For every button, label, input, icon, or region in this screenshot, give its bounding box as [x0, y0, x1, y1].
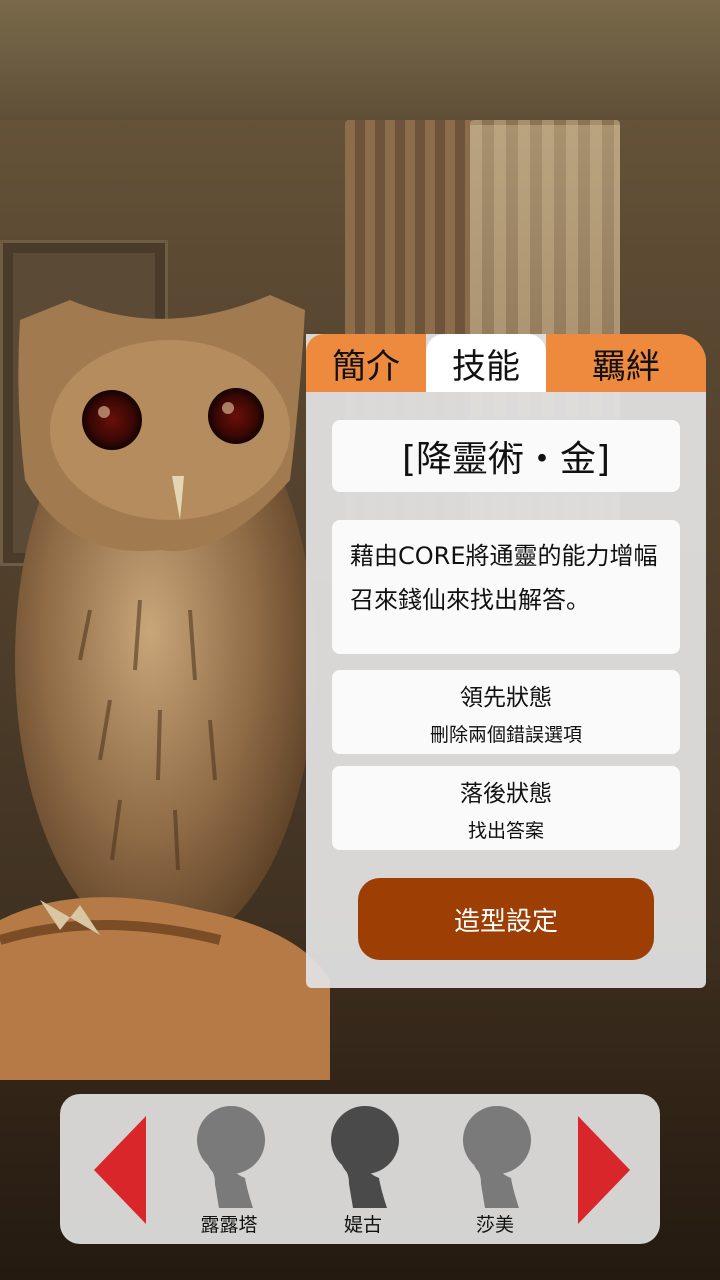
- previous-arrow-icon[interactable]: [94, 1116, 146, 1224]
- silhouette-icon: [463, 1106, 531, 1208]
- skill-description-card: 藉由CORE將通靈的能力增幅 召來錢仙來找出解答。: [332, 520, 680, 654]
- info-tabs: 簡介 技能 羈絆: [306, 334, 706, 394]
- tab-intro[interactable]: 簡介: [306, 334, 426, 392]
- owl-character-illustration: [0, 295, 330, 1080]
- character-name: 露露塔: [200, 1214, 258, 1236]
- style-settings-button[interactable]: 造型設定: [358, 878, 654, 960]
- silhouette-icon: [197, 1106, 265, 1208]
- character-slot-sha-mei[interactable]: 莎美: [440, 1104, 550, 1236]
- next-arrow-icon[interactable]: [578, 1116, 630, 1224]
- leading-state-card: 領先狀態 刪除兩個錯誤選項: [332, 670, 680, 754]
- character-info-panel: 簡介 技能 羈絆 [降靈術・金] 藉由CORE將通靈的能力增幅 召來錢仙來找出解…: [306, 334, 706, 988]
- leading-state-title: 領先狀態: [460, 684, 552, 711]
- character-selector: 露露塔 媞古 莎美: [60, 1094, 660, 1244]
- skill-description-line-2: 召來錢仙來找出解答。: [350, 586, 590, 614]
- character-slot-lulu-ta[interactable]: 露露塔: [174, 1104, 284, 1236]
- skill-name: [降靈術・金]: [401, 439, 611, 480]
- leading-state-detail: 刪除兩個錯誤選項: [429, 723, 582, 746]
- tab-skills[interactable]: 技能: [426, 334, 546, 392]
- ceiling: [0, 0, 720, 120]
- trailing-state-card: 落後狀態 找出答案: [332, 766, 680, 850]
- character-name: 莎美: [475, 1214, 514, 1236]
- character-slot-ti-gu[interactable]: 媞古: [308, 1104, 418, 1236]
- silhouette-icon: [331, 1106, 399, 1208]
- skill-description-line-1: 藉由CORE將通靈的能力增幅: [350, 542, 658, 570]
- trailing-state-detail: 找出答案: [467, 819, 544, 842]
- trailing-state-title: 落後狀態: [460, 780, 552, 807]
- skill-name-card: [降靈術・金]: [332, 420, 680, 492]
- character-name: 媞古: [343, 1214, 382, 1236]
- tab-bonds[interactable]: 羈絆: [546, 334, 706, 392]
